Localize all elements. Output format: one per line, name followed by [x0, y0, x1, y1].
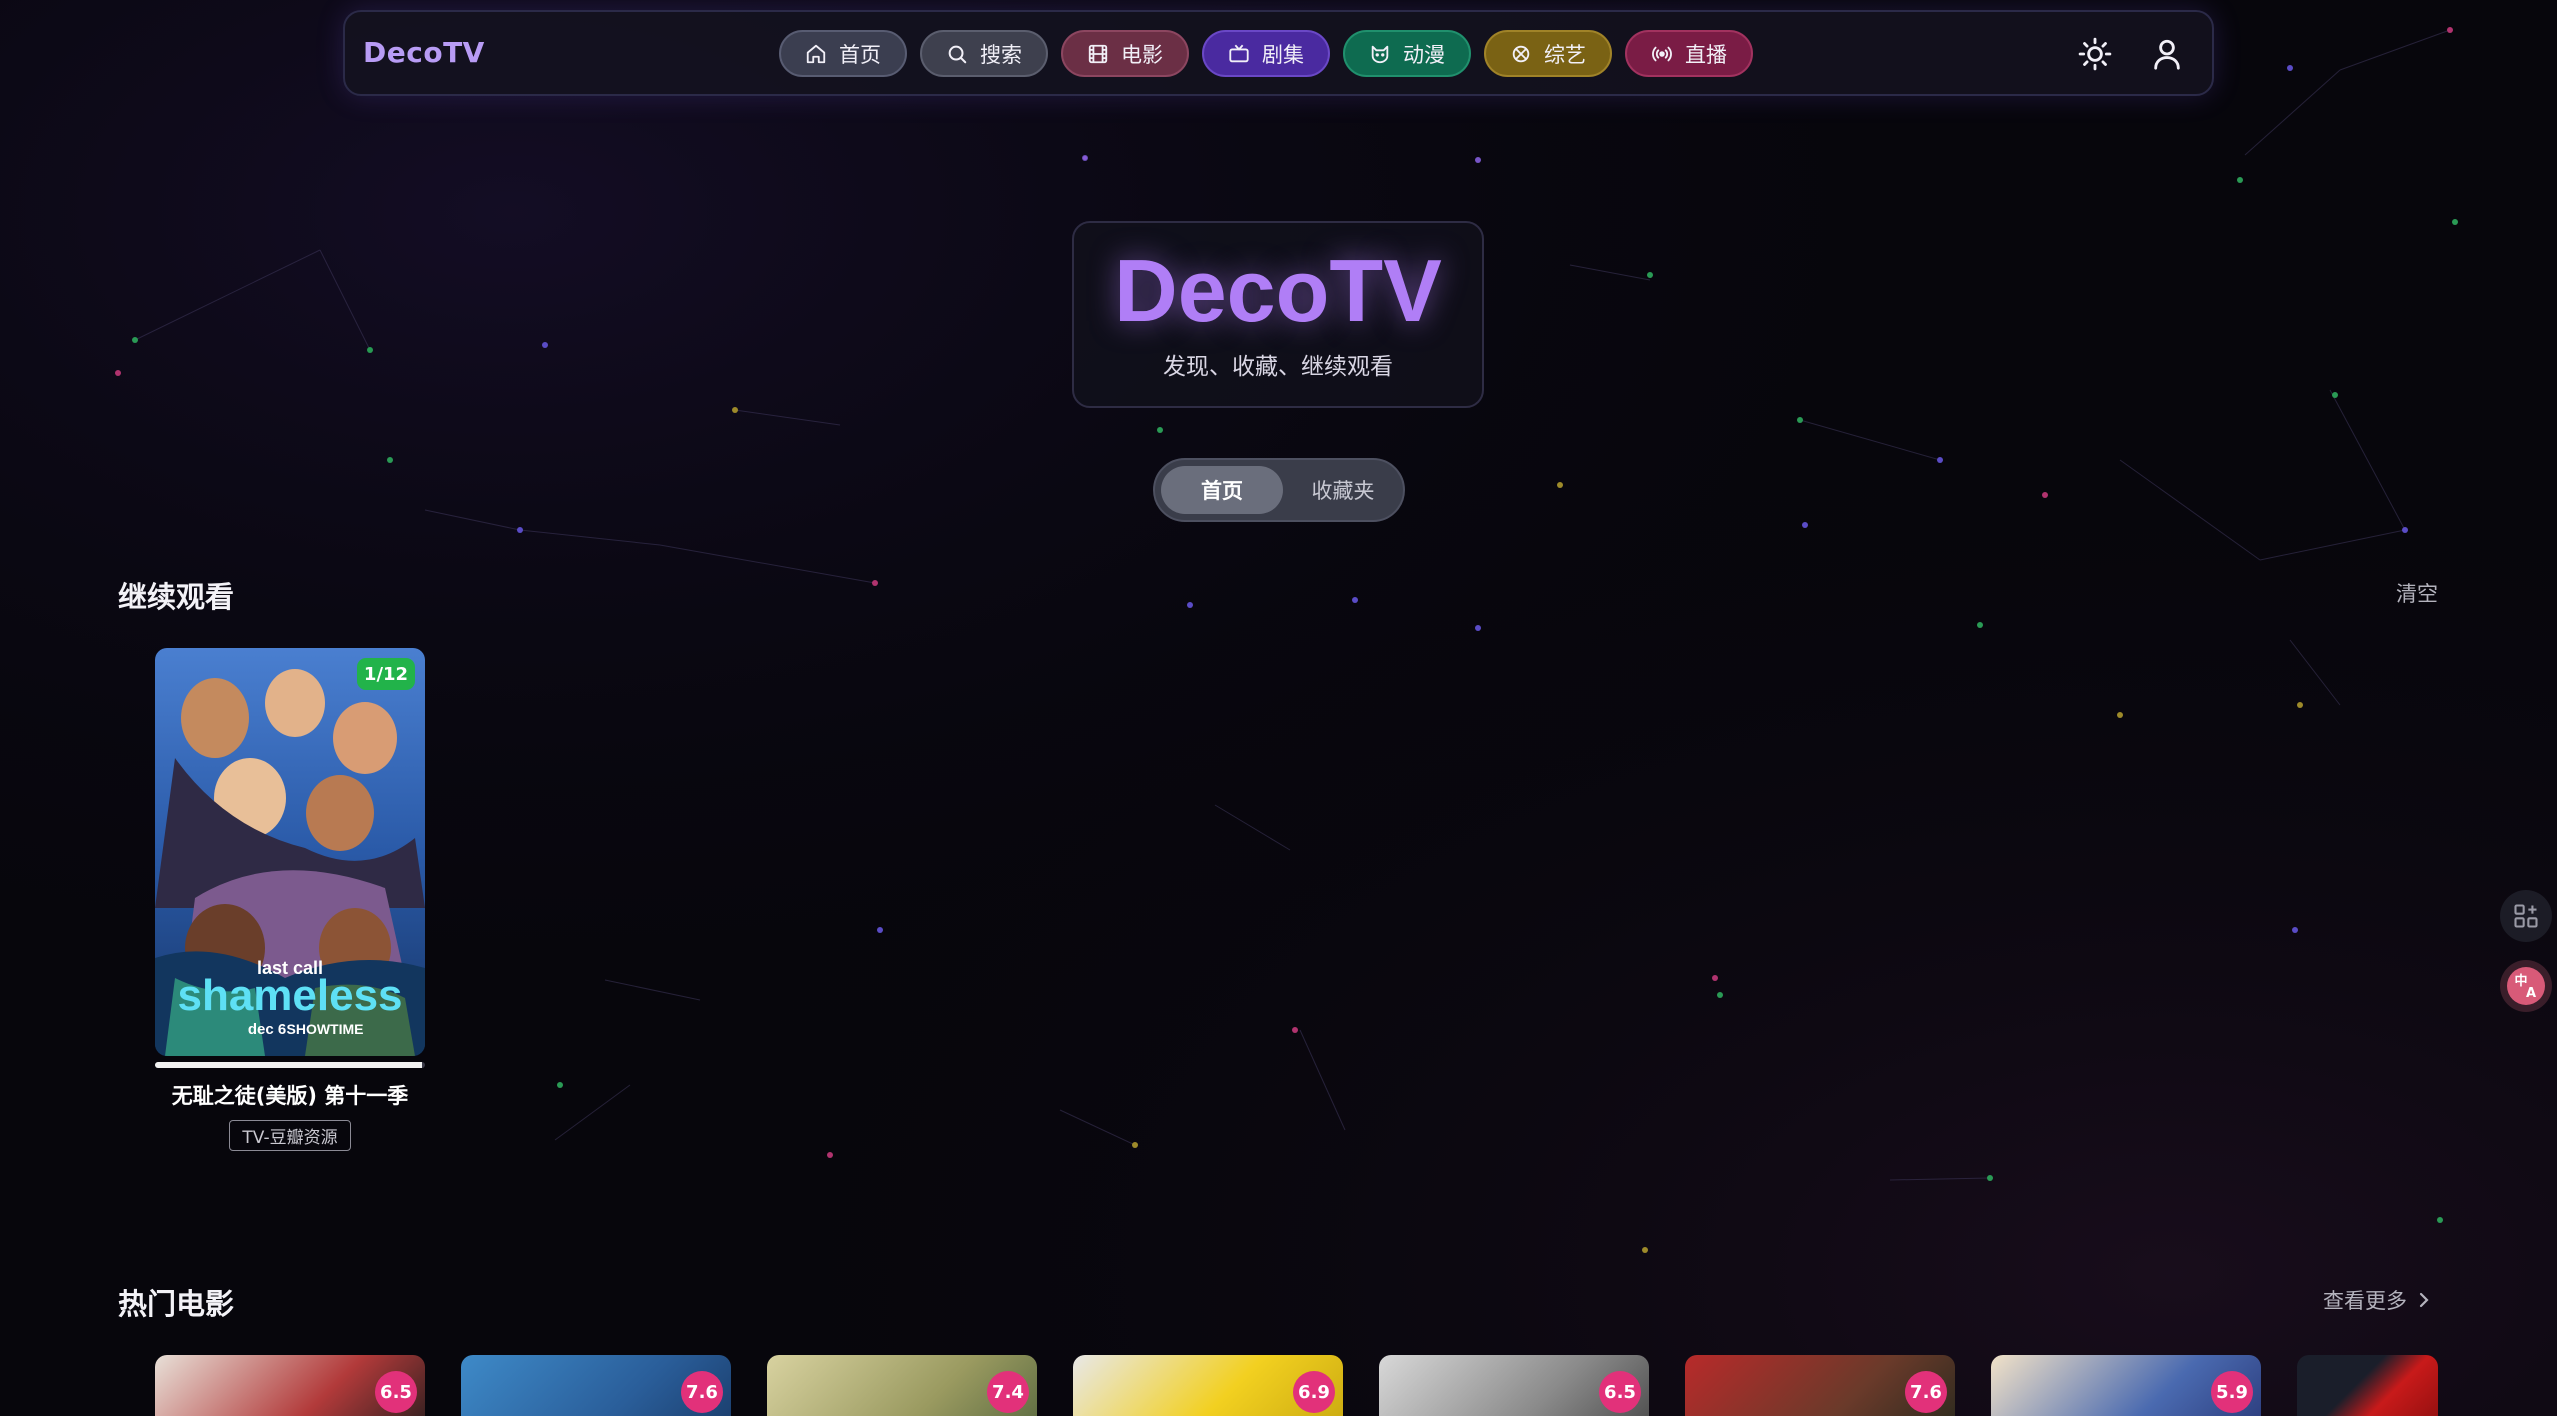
- nav-live-button[interactable]: 直播: [1625, 30, 1753, 77]
- broadcast-icon: [1652, 46, 1672, 61]
- nav-home-label: 首页: [839, 42, 881, 67]
- view-more-label: 查看更多: [2323, 1289, 2407, 1313]
- view-more-button[interactable]: 查看更多: [2323, 1285, 2431, 1315]
- nav-live-label: 直播: [1685, 42, 1727, 67]
- movie-card[interactable]: [2297, 1355, 2438, 1416]
- nav-tv-label: 剧集: [1262, 42, 1304, 67]
- user-icon: [2154, 39, 2180, 70]
- movie-card[interactable]: 6.5: [1379, 1355, 1649, 1416]
- nav-anime-label: 动漫: [1403, 42, 1445, 67]
- theme-toggle-button[interactable]: [2075, 34, 2115, 74]
- continue-watching-title: 继续观看: [118, 580, 235, 614]
- sun-icon: [2078, 37, 2112, 71]
- watch-progress-bar: [155, 1062, 425, 1068]
- cat-icon: [1371, 45, 1389, 63]
- brand-logo[interactable]: DecoTV: [363, 36, 485, 69]
- movie-card[interactable]: 7.6: [461, 1355, 731, 1416]
- movie-card[interactable]: 7.4: [767, 1355, 1037, 1416]
- hero-title: DecoTV: [1114, 241, 1442, 340]
- poster-show-name: shameless: [177, 971, 402, 1020]
- nav-movie-label: 电影: [1121, 42, 1163, 67]
- hero-subtitle: 发现、收藏、继续观看: [1163, 354, 1393, 380]
- quick-add-button[interactable]: [2500, 890, 2552, 942]
- rating-badge: 7.6: [1905, 1371, 1947, 1413]
- tv-icon: [1229, 44, 1249, 62]
- clover-icon: [1512, 45, 1530, 62]
- top-navbar: DecoTV 首页 搜索 电影 剧集 动漫 综艺 直播: [343, 10, 2214, 96]
- movie-card[interactable]: 6.5: [155, 1355, 425, 1416]
- shameless-poster-art: last call shameless dec 6 SHOWTIME: [155, 648, 425, 1056]
- nav-movie-button[interactable]: 电影: [1061, 30, 1189, 77]
- movie-card[interactable]: 6.9: [1073, 1355, 1343, 1416]
- view-toggle: 首页 收藏夹: [1153, 458, 1405, 522]
- grid-add-icon: [2514, 904, 2538, 928]
- source-tag: TV-豆瓣资源: [229, 1120, 351, 1151]
- movie-card[interactable]: 7.6: [1685, 1355, 1955, 1416]
- poster-network: SHOWTIME: [287, 1021, 364, 1037]
- continue-watching-card[interactable]: last call shameless dec 6 SHOWTIME 1/12 …: [155, 648, 425, 1151]
- rating-badge: 6.5: [375, 1371, 417, 1413]
- nav-pills: 首页 搜索 电影 剧集 动漫 综艺 直播: [779, 30, 1753, 77]
- card-title[interactable]: 无耻之徒(美版) 第十一季: [155, 1080, 425, 1110]
- poster-image[interactable]: last call shameless dec 6 SHOWTIME 1/12: [155, 648, 425, 1056]
- search-icon: [948, 45, 967, 63]
- film-icon: [1088, 44, 1108, 63]
- svg-text:A: A: [2526, 986, 2536, 1001]
- toggle-home-button[interactable]: 首页: [1161, 466, 1283, 514]
- movie-card[interactable]: 5.9: [1991, 1355, 2261, 1416]
- rating-badge: 7.4: [987, 1371, 1029, 1413]
- nav-search-label: 搜索: [980, 42, 1022, 67]
- nav-search-button[interactable]: 搜索: [920, 30, 1048, 77]
- hero-card: DecoTV 发现、收藏、继续观看: [1072, 221, 1484, 408]
- hot-movies-row: 6.5 7.6 7.4 6.9 6.5 7.6 5.9: [155, 1355, 2438, 1416]
- rating-badge: 5.9: [2211, 1371, 2253, 1413]
- rating-badge: 6.5: [1599, 1371, 1641, 1413]
- home-icon: [806, 44, 826, 63]
- nav-home-button[interactable]: 首页: [779, 30, 907, 77]
- translate-icon: 中A: [2507, 967, 2545, 1005]
- clear-history-button[interactable]: 清空: [2396, 578, 2438, 608]
- nav-tv-button[interactable]: 剧集: [1202, 30, 1330, 77]
- nav-variety-label: 综艺: [1544, 42, 1586, 67]
- translate-button[interactable]: 中A: [2500, 960, 2552, 1012]
- nav-variety-button[interactable]: 综艺: [1484, 30, 1612, 77]
- rating-badge: 7.6: [681, 1371, 723, 1413]
- poster-date: dec 6: [248, 1021, 286, 1038]
- chevron-right-icon: [2419, 1292, 2429, 1308]
- user-menu-button[interactable]: [2147, 34, 2187, 74]
- nav-anime-button[interactable]: 动漫: [1343, 30, 1471, 77]
- episode-badge: 1/12: [357, 658, 415, 690]
- hot-movies-title: 热门电影: [118, 1287, 235, 1321]
- watch-progress-fill: [155, 1062, 423, 1068]
- toggle-favorites-button[interactable]: 收藏夹: [1285, 466, 1401, 514]
- rating-badge: 6.9: [1293, 1371, 1335, 1413]
